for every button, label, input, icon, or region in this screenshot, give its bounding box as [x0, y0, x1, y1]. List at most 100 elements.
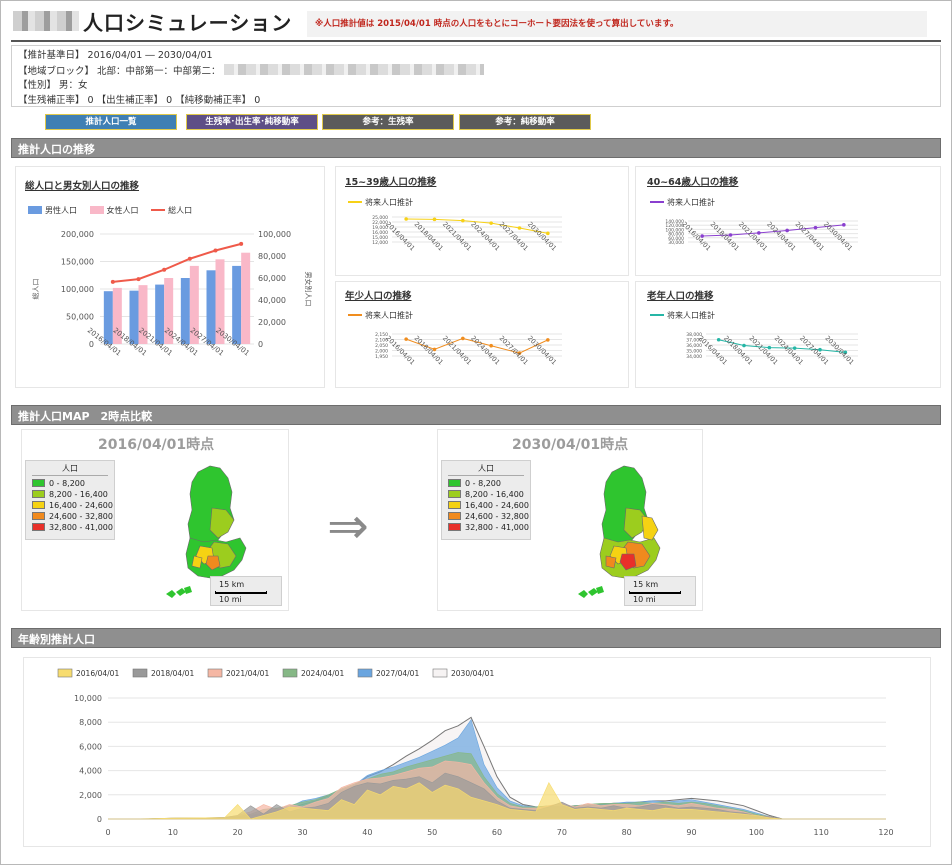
y2-tick-label: 80,000: [258, 252, 286, 261]
y-tick-label: 8,000: [79, 718, 102, 727]
middle-population-chart: 140,000120,000100,00080,00060,00030,0002…: [665, 219, 858, 252]
y-tick-label: 34,000: [686, 354, 702, 360]
info-sex: 【性別】 男：女: [18, 80, 88, 91]
y2-tick-label: 60,000: [258, 274, 286, 283]
young-population-chart: 25,00022,00019,00016,00015,00012,0002016…: [372, 215, 562, 252]
legend-swatch: [207, 668, 223, 678]
x-tick-label: 120: [878, 828, 893, 837]
map-right-panel: 2030/04/01時点 人口 0 - 8,200 8,200 - 16,400…: [437, 429, 703, 611]
y-tick-label: 4,000: [79, 767, 102, 776]
y-tick-label: 50,000: [66, 313, 94, 322]
x-tick-label: 2018/04/01: [413, 220, 445, 252]
total-population-chart-panel: 総人口と男女別人口の推移 男性人口 女性人口 総人口 200,000 150,00…: [15, 166, 325, 388]
x-tick-label: 50: [427, 828, 437, 837]
legend-label: 2016/04/01: [76, 669, 119, 678]
tab-rates[interactable]: 生残率･出生率･純移動率: [186, 114, 318, 130]
age-chart-panel: 10,000 8,000 6,000 4,000 2,000 0 0 10 20 30 40 50 60…: [23, 657, 931, 847]
legend-label: 2021/04/01: [226, 669, 269, 678]
page-title: 人口シミュレーション: [83, 11, 293, 35]
y-tick-label: 0: [97, 815, 102, 824]
y-tick-label: 2,000: [375, 349, 388, 355]
y2-tick-label: 0: [258, 340, 263, 349]
male-bar: [180, 278, 190, 344]
x-tick-label: 60: [492, 828, 502, 837]
data-point: [842, 223, 846, 227]
blurred-region-list: [223, 63, 484, 75]
scale-bar: [215, 591, 267, 594]
tab-migration-reference[interactable]: 参考：純移動率: [459, 114, 591, 130]
x-tick-label: 2027/04/01: [498, 220, 530, 252]
app-window: 人口シミュレーション ※人口推計値は 2015/04/01 時点の人口をもとにコ…: [0, 0, 952, 865]
data-point: [461, 218, 465, 223]
y-tick-label: 35,000: [686, 349, 702, 355]
age-population-chart: 10,000 8,000 6,000 4,000 2,000 00 10 20 30 40 50 60…: [57, 668, 894, 837]
legend-label: 2024/04/01: [301, 669, 344, 678]
y-tick-label: 100,000: [61, 285, 94, 294]
data-point: [785, 228, 789, 233]
x-tick-label: 2024/04/01: [469, 220, 501, 252]
male-bar: [232, 265, 242, 344]
total-point: [213, 248, 218, 253]
total-population-chart: 200,000 150,000 100,000 50,000 0 100,000 80,00…: [31, 230, 313, 358]
elderly-chart-panel: 老年人口の推移 将来人口推計 38,000 37,000 36,000 35,000 3…: [635, 281, 941, 388]
info-region: 【地域ブロック】 北部：中部第一：中部第二：: [18, 65, 221, 77]
data-point: [742, 343, 746, 348]
blurred-logo: [13, 11, 79, 31]
y2-axis-label: 男女別人口: [304, 272, 313, 307]
x-tick-label: 70: [557, 828, 567, 837]
data-point: [517, 226, 522, 230]
x-tick-label: 0: [105, 828, 110, 837]
data-point: [404, 217, 408, 221]
info-region-row: 【地域ブロック】 北部：中部第一：中部第二：: [18, 63, 934, 80]
scale-mi: 10 mi: [219, 595, 242, 604]
x-tick-label: 90: [686, 828, 696, 837]
x-tick-label: 80: [622, 828, 632, 837]
scale-km: 15 km: [633, 580, 659, 589]
header: 人口シミュレーション ※人口推計値は 2015/04/01 時点の人口をもとにコ…: [11, 5, 941, 41]
x-tick-label: 2021/04/01: [441, 220, 473, 252]
y-tick-label: 1,950: [375, 354, 388, 360]
total-point: [239, 241, 244, 246]
legend-swatch: [357, 668, 373, 678]
legend-label: 2027/04/01: [376, 669, 419, 678]
data-point: [404, 337, 408, 341]
y-tick-label: 200,000: [61, 230, 94, 239]
y-tick-label: 12,000: [372, 240, 388, 246]
elderly-population-chart: 38,00037,00036,00035,00034,0002016/04/01…: [686, 332, 858, 366]
y-tick-label: 30,000: [668, 240, 684, 246]
male-bar: [155, 284, 165, 344]
section-trend-header: 推計人口の推移: [11, 138, 941, 158]
female-bar: [241, 252, 251, 344]
y-tick-label: 2,050: [375, 343, 388, 349]
y2-tick-label: 20,000: [258, 318, 286, 327]
legend-label: 2030/04/01: [451, 669, 494, 678]
map-left-panel: 2016/04/01時点 人口 0 - 8,200 8,200 - 16,400…: [21, 429, 289, 611]
scale-km: 15 km: [219, 580, 245, 589]
x-tick-label: 40: [362, 828, 372, 837]
middle-chart-panel: 40~64歳人口の推移 将来人口推計 140,000 120,000 100,000…: [635, 166, 941, 276]
data-point: [489, 221, 493, 225]
y-tick-label: 150,000: [61, 258, 94, 267]
total-point: [110, 279, 115, 284]
total-point: [187, 256, 192, 261]
y-tick-label: 10,000: [74, 694, 102, 703]
legend-swatch: [57, 668, 73, 678]
tab-survival-reference[interactable]: 参考：生残率: [322, 114, 454, 130]
legend-swatch: [282, 668, 298, 678]
x-tick-label: 10: [168, 828, 178, 837]
young-chart-panel: 15~39歳人口の推移 将来人口推計 25,000 22,000 19,000 16,…: [335, 166, 629, 276]
total-point: [136, 277, 141, 282]
map-right-scale: 15 km 10 mi: [624, 576, 696, 606]
info-base-period: 【推計基準日】 2016/04/01 ― 2030/04/01: [18, 50, 213, 61]
y-tick-label: 36,000: [686, 343, 702, 349]
scale-bar: [629, 591, 681, 594]
data-point: [716, 337, 721, 342]
total-point: [162, 267, 167, 272]
section-map-header: 推計人口MAP 2時点比較: [11, 405, 941, 425]
x-tick-label: 2016/04/01: [384, 220, 416, 252]
tab-population-list[interactable]: 推計人口一覧: [45, 114, 177, 130]
x-tick-label: 100: [749, 828, 764, 837]
male-bar: [129, 290, 139, 344]
y-axis-label: 総人口: [31, 279, 40, 300]
map-left-scale: 15 km 10 mi: [210, 576, 282, 606]
